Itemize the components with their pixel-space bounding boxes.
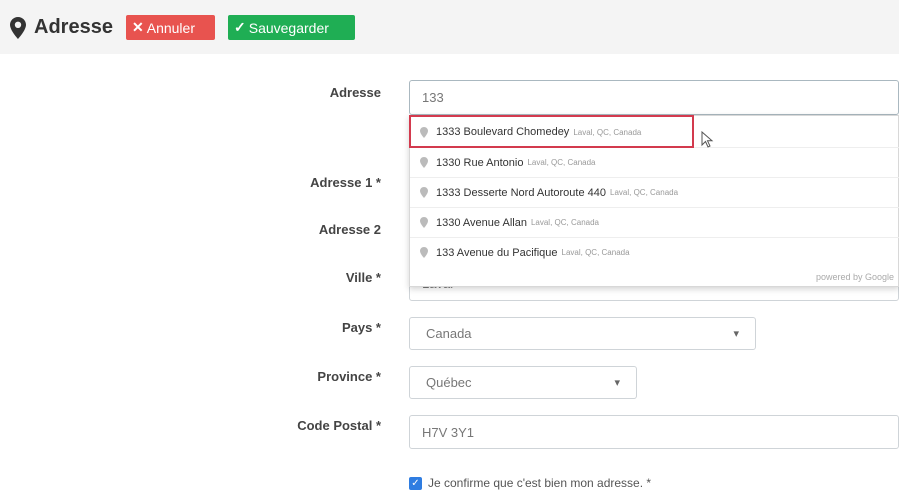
- adresse-input[interactable]: 133: [409, 80, 899, 115]
- cancel-label: Annuler: [146, 19, 195, 36]
- confirm-label: Je confirme que c'est bien mon adresse. …: [428, 476, 652, 490]
- province-label: Province *: [317, 369, 381, 384]
- province-select-value: Québec: [426, 375, 472, 390]
- mouse-cursor-icon: [701, 131, 714, 148]
- map-pin-icon: [420, 217, 428, 228]
- page-header: Adresse: [10, 16, 113, 39]
- map-pin-icon: [420, 187, 428, 198]
- suggestion-main: 1330 Avenue Allan: [436, 216, 527, 229]
- province-select[interactable]: Québec ▾: [409, 366, 637, 399]
- suggestion-main: 1330 Rue Antonio: [436, 156, 524, 169]
- map-pin-icon: [420, 157, 428, 168]
- code-postal-input-value: H7V 3Y1: [422, 424, 475, 440]
- adresse-label: Adresse: [329, 85, 381, 100]
- cancel-button[interactable]: ✕ Annuler: [126, 15, 215, 40]
- suggestion-secondary: Laval, QC, Canada: [561, 248, 630, 257]
- suggestion-item[interactable]: 133 Avenue du Pacifique Laval, QC, Canad…: [410, 237, 899, 267]
- suggestion-secondary: Laval, QC, Canada: [530, 218, 599, 227]
- ville-label: Ville *: [345, 270, 381, 285]
- suggestion-main: 1333 Desserte Nord Autoroute 440: [436, 186, 607, 199]
- suggestion-item[interactable]: 1330 Rue Antonio Laval, QC, Canada: [410, 147, 899, 177]
- suggestion-highlight: [409, 115, 694, 148]
- page-title: Adresse: [34, 16, 113, 38]
- checkmark-icon: ✓: [234, 19, 246, 35]
- save-label: Sauvegarder: [248, 19, 329, 36]
- map-marker-icon: [10, 16, 26, 39]
- code-postal-label: Code Postal *: [297, 418, 381, 433]
- pays-label: Pays *: [341, 320, 381, 335]
- suggestion-main: 133 Avenue du Pacifique: [436, 246, 558, 259]
- adresse2-label: Adresse 2: [318, 222, 381, 237]
- save-button[interactable]: ✓ Sauvegarder: [228, 15, 355, 40]
- map-pin-icon: [420, 247, 428, 258]
- adresse-input-value: 133: [422, 90, 444, 105]
- suggestion-item[interactable]: 1333 Desserte Nord Autoroute 440 Laval, …: [410, 177, 899, 207]
- code-postal-input[interactable]: H7V 3Y1: [409, 415, 899, 449]
- pays-select[interactable]: Canada ▾: [409, 317, 756, 350]
- confirm-checkbox[interactable]: ✓: [409, 476, 422, 490]
- confirm-address[interactable]: ✓ Je confirme que c'est bien mon adresse…: [409, 476, 651, 490]
- chevron-down-icon: ▾: [733, 328, 739, 340]
- pays-select-value: Canada: [426, 326, 472, 341]
- suggestion-secondary: Laval, QC, Canada: [610, 188, 679, 197]
- suggestion-item[interactable]: 1330 Avenue Allan Laval, QC, Canada: [410, 207, 899, 237]
- suggestion-secondary: Laval, QC, Canada: [527, 158, 596, 167]
- chevron-down-icon: ▾: [614, 377, 620, 389]
- x-icon: ✕: [132, 19, 144, 35]
- powered-by-google: powered by Google: [815, 272, 894, 282]
- adresse1-label: Adresse 1 *: [310, 175, 381, 190]
